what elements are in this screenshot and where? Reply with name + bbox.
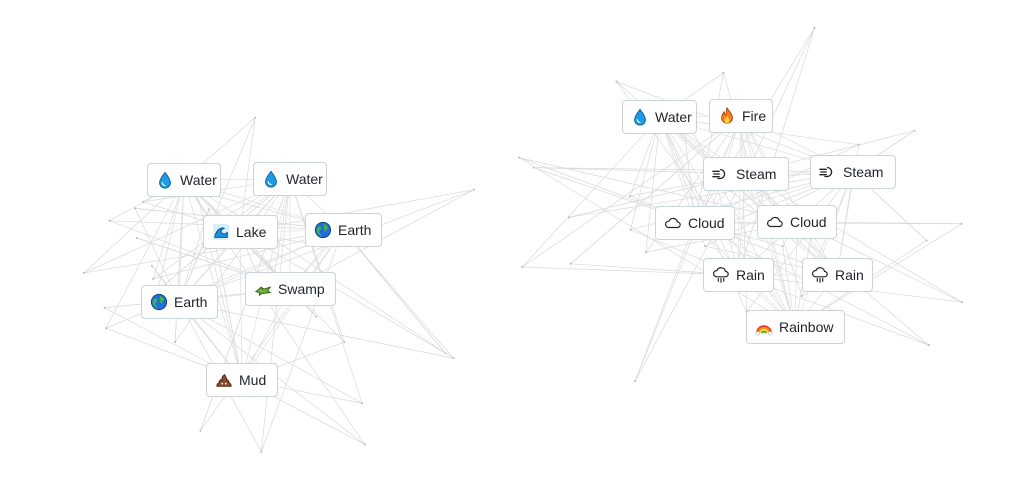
background-link-web <box>83 26 963 453</box>
link-dot <box>518 156 521 159</box>
tile-earth[interactable]: Earth <box>141 285 218 319</box>
link-dot <box>568 216 571 219</box>
link-dot <box>315 315 318 318</box>
tile-fire[interactable]: Fire <box>709 99 773 133</box>
link-dot <box>722 71 725 74</box>
link-dot <box>634 380 637 383</box>
link-dot <box>960 300 963 303</box>
link-dot <box>105 327 108 330</box>
tile-steam[interactable]: Steam <box>810 155 896 189</box>
tile-mud[interactable]: Mud <box>206 363 278 397</box>
link-dot <box>152 277 155 280</box>
tile-label: Rain <box>736 267 765 283</box>
cloud-icon <box>664 214 682 232</box>
link-dot <box>521 266 524 269</box>
water-drop-icon <box>156 171 174 189</box>
link-dot <box>141 200 144 203</box>
link-line <box>200 229 344 431</box>
mud-pile-icon <box>215 371 233 389</box>
link-line <box>342 229 446 354</box>
link-line <box>794 171 854 328</box>
link-dot <box>927 344 930 347</box>
tile-label: Steam <box>736 166 777 182</box>
tile-label: Cloud <box>790 214 827 230</box>
tile-swamp[interactable]: Swamp <box>245 272 336 306</box>
tile-water[interactable]: Water <box>253 162 327 196</box>
link-dot <box>343 341 346 344</box>
link-dot <box>361 402 364 405</box>
tile-label: Rainbow <box>779 319 834 335</box>
tile-lake[interactable]: Lake <box>203 215 278 249</box>
link-line <box>634 222 696 382</box>
tile-rain[interactable]: Rain <box>802 258 873 292</box>
tile-label: Lake <box>236 224 267 240</box>
link-dot <box>628 194 631 197</box>
water-drop-icon <box>262 170 280 188</box>
link-dot <box>781 245 784 248</box>
tile-cloud[interactable]: Cloud <box>757 205 837 239</box>
steam-puff-icon <box>819 163 837 181</box>
tile-label: Swamp <box>278 281 325 297</box>
tile-label: Water <box>655 109 692 125</box>
link-dot <box>615 80 618 83</box>
link-line <box>533 167 854 173</box>
link-line <box>239 231 243 381</box>
steam-puff-icon <box>712 165 730 183</box>
wave-icon <box>212 223 230 241</box>
link-dot <box>83 271 86 274</box>
rain-cloud-icon <box>811 266 829 284</box>
link-dot <box>254 116 257 119</box>
link-dot <box>569 262 572 265</box>
link-dot <box>174 340 177 343</box>
tile-label: Earth <box>338 222 372 238</box>
link-dot <box>800 295 803 298</box>
link-dot <box>199 429 202 432</box>
link-dot <box>629 228 632 231</box>
tile-label: Cloud <box>688 215 725 231</box>
link-dot <box>108 219 111 222</box>
cloud-icon <box>766 213 784 231</box>
link-dot <box>813 26 816 29</box>
tile-label: Water <box>286 171 323 187</box>
tile-rainbow[interactable]: Rainbow <box>746 310 845 344</box>
link-line <box>521 116 661 268</box>
globe-icon <box>314 221 332 239</box>
link-dot <box>207 208 210 211</box>
water-drop-icon <box>631 108 649 126</box>
link-dot <box>135 237 138 240</box>
tile-rain[interactable]: Rain <box>703 258 774 292</box>
tile-label: Earth <box>174 294 208 310</box>
tile-steam[interactable]: Steam <box>703 157 789 191</box>
rain-cloud-icon <box>712 266 730 284</box>
link-dot <box>644 251 647 254</box>
link-dot <box>857 143 860 146</box>
link-dot <box>472 188 475 191</box>
link-line <box>178 117 256 303</box>
tile-label: Mud <box>239 372 267 388</box>
crocodile-icon <box>254 280 272 298</box>
globe-icon <box>150 293 168 311</box>
tile-water[interactable]: Water <box>622 100 697 134</box>
link-dot <box>960 222 963 225</box>
tile-label: Water <box>180 172 217 188</box>
rainbow-icon <box>755 318 773 336</box>
link-dot <box>134 207 137 210</box>
tile-earth[interactable]: Earth <box>305 213 382 247</box>
link-dot <box>103 306 106 309</box>
tile-label: Steam <box>843 164 884 180</box>
flame-icon <box>718 107 736 125</box>
link-dot <box>704 245 707 248</box>
tile-water[interactable]: Water <box>147 163 221 197</box>
link-dot <box>363 443 366 446</box>
link-dot <box>913 129 916 132</box>
tile-cloud[interactable]: Cloud <box>655 206 735 240</box>
tile-label: Rain <box>835 267 864 283</box>
tile-label: Fire <box>742 108 767 124</box>
link-dot <box>925 239 928 242</box>
link-dot <box>150 264 153 267</box>
link-dot <box>452 357 455 360</box>
link-dot <box>260 450 263 453</box>
